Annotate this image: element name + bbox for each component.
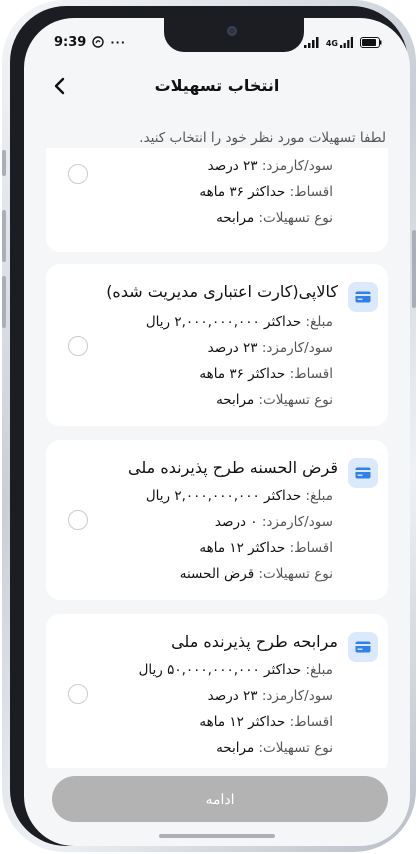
card-row-amount: مبلغ: حداکثر ۵۰,۰۰۰,۰۰۰,۰۰۰ ریال [139,662,333,678]
row-value: مرابحه [216,210,255,226]
row-value: ۲۳ درصد [207,158,258,174]
row-value: حداکثر ۳۶ ماهه [199,184,286,200]
card-row-amount: مبلغ: حداکثر ۲,۰۰۰,۰۰۰,۰۰۰ ریال [146,488,333,504]
select-radio[interactable] [68,336,88,356]
network-indicator: 4G [325,36,354,48]
status-bar-right: 4G [303,32,382,52]
app-notification-icon [92,36,105,48]
signal-2-icon [340,36,353,48]
row-key: سود/کارمزد: [261,340,333,356]
mute-switch [2,150,6,176]
screen: 9:39 ··· 4G انتخاب تسهیلات لطفا تسهیلات … [24,18,410,846]
row-value: ۲۳ درصد [207,340,258,356]
card-title: کالاپی(کارت اعتباری مدیریت شده) [106,282,338,301]
battery-icon [360,36,382,48]
credit-card-icon [348,632,378,662]
card-row-installments: اقساط: حداکثر ۱۲ ماهه [199,714,333,730]
row-value: حداکثر ۲,۰۰۰,۰۰۰,۰۰۰ ریال [145,488,302,504]
page-title: انتخاب تسهیلات [154,76,280,95]
row-key: اقساط: [289,714,333,730]
continue-button[interactable]: ادامه [52,776,388,822]
card-row-installments: اقساط: حداکثر ۳۶ ماهه [199,184,333,200]
select-radio[interactable] [68,684,88,704]
row-key: اقساط: [289,540,333,556]
more-notifications-icon: ··· [110,35,126,49]
facility-card[interactable]: مرابحه طرح پذیرنده ملی مبلغ: حداکثر ۵۰,۰… [46,614,388,768]
row-key: اقساط: [289,366,333,382]
row-key: نوع تسهیلات: [258,210,334,226]
card-title: قرض الحسنه طرح پذیرنده ملی [128,458,338,477]
row-value: قرض الحسنه [179,566,255,582]
select-radio[interactable] [68,164,88,184]
row-value: حداکثر ۱۲ ماهه [199,540,286,556]
card-row-type: نوع تسهیلات: قرض الحسنه [180,566,333,582]
notch [164,18,304,52]
card-title: مرابحه طرح پذیرنده ملی [171,632,338,651]
app-header: انتخاب تسهیلات [24,72,410,108]
facility-card[interactable]: کالاپی(کارت اعتباری مدیریت شده) مبلغ: حد… [46,264,388,426]
row-key: نوع تسهیلات: [258,392,334,408]
signal-icon [303,36,319,48]
select-radio[interactable] [68,510,88,530]
status-time: 9:39 [54,34,87,50]
camera-icon [227,26,237,36]
row-value: مرابحه [216,740,255,756]
card-row-amount: مبلغ: حداکثر ۲,۰۰۰,۰۰۰,۰۰۰ ریال [146,314,333,330]
network-type: 4G [325,38,338,48]
row-value: مرابحه [216,392,255,408]
credit-card-icon [348,458,378,488]
card-row-rate: سود/کارمزد: ۲۳ درصد [208,340,333,356]
facility-card[interactable]: قرض الحسنه طرح پذیرنده ملی مبلغ: حداکثر … [46,440,388,600]
row-key: نوع تسهیلات: [258,566,334,582]
card-row-rate: سود/کارمزد: ۲۳ درصد [208,688,333,704]
row-value: حداکثر ۲,۰۰۰,۰۰۰,۰۰۰ ریال [145,314,302,330]
row-value: حداکثر ۱۲ ماهه [199,714,286,730]
card-row-rate: سود/کارمزد: ۰ درصد [215,514,333,530]
credit-card-icon [348,282,378,312]
card-row-rate: سود/کارمزد: ۲۳ درصد [208,158,333,174]
card-row-installments: اقساط: حداکثر ۳۶ ماهه [199,366,333,382]
row-key: سود/کارمزد: [261,158,333,174]
row-key: مبلغ: [305,488,333,504]
card-row-type: نوع تسهیلات: مرابحه [216,392,333,408]
row-key: سود/کارمزد: [261,514,333,530]
status-bar-left: 9:39 ··· [54,32,126,52]
row-key: سود/کارمزد: [261,688,333,704]
bezel: 9:39 ··· 4G انتخاب تسهیلات لطفا تسهیلات … [10,6,410,846]
row-value: ۰ درصد [214,514,258,530]
row-key: اقساط: [289,184,333,200]
facility-list: سود/کارمزد: ۲۳ درصد اقساط: حداکثر ۳۶ ماه… [24,148,410,768]
card-row-type: نوع تسهیلات: مرابحه [216,210,333,226]
card-row-type: نوع تسهیلات: مرابحه [216,740,333,756]
row-value: حداکثر ۵۰,۰۰۰,۰۰۰,۰۰۰ ریال [138,662,302,678]
phone-frame: 9:39 ··· 4G انتخاب تسهیلات لطفا تسهیلات … [2,0,416,852]
row-key: مبلغ: [305,314,333,330]
volume-up-button [2,210,6,262]
power-button [412,230,416,308]
row-key: نوع تسهیلات: [258,740,334,756]
row-value: حداکثر ۳۶ ماهه [199,366,286,382]
volume-down-button [2,276,6,328]
page-subtitle: لطفا تسهیلات مورد نظر خود را انتخاب کنید… [139,130,386,146]
facility-card[interactable]: سود/کارمزد: ۲۳ درصد اقساط: حداکثر ۳۶ ماه… [46,148,388,252]
home-indicator [159,834,275,838]
row-key: مبلغ: [305,662,333,678]
card-row-installments: اقساط: حداکثر ۱۲ ماهه [199,540,333,556]
row-value: ۲۳ درصد [207,688,258,704]
